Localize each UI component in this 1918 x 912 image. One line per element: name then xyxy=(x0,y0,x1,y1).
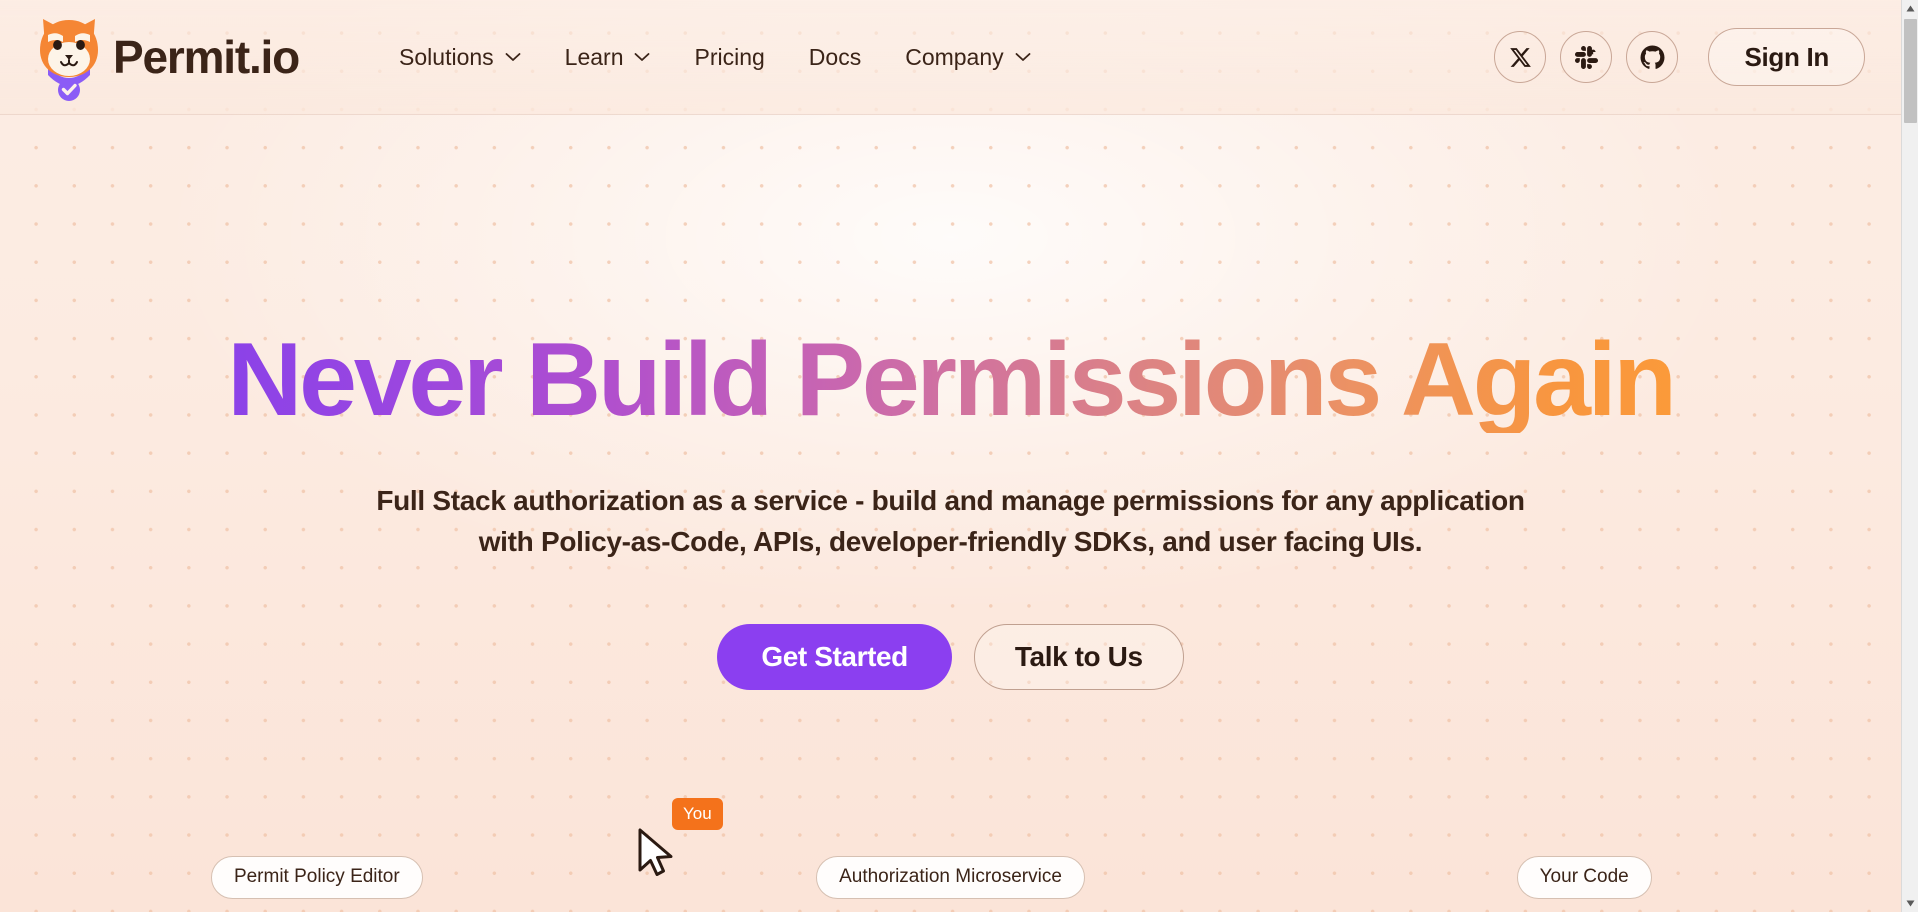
flow-col-1: Permit Policy Editor xyxy=(0,856,634,899)
site-header: Permit.io Solutions Learn Pricing Docs C… xyxy=(0,0,1901,115)
scrollbar-down-arrow[interactable] xyxy=(1902,895,1918,912)
nav-label: Docs xyxy=(808,43,862,70)
triangle-down-icon xyxy=(1906,900,1915,907)
scrollbar-up-arrow[interactable] xyxy=(1902,0,1918,17)
nav-item-solutions[interactable]: Solutions xyxy=(399,43,521,70)
hero-subtitle-line-2: with Policy-as-Code, APIs, developer-fri… xyxy=(478,525,1423,557)
github-link[interactable] xyxy=(1626,31,1679,83)
page-root: Permit.io Solutions Learn Pricing Docs C… xyxy=(0,0,1918,912)
hero-section: Never Build Permissions Again Full Stack… xyxy=(0,115,1901,691)
slack-link[interactable] xyxy=(1560,31,1613,83)
sign-in-button[interactable]: Sign In xyxy=(1708,28,1865,86)
flow-pill-authorization-microservice[interactable]: Authorization Microservice xyxy=(816,856,1085,899)
slack-icon xyxy=(1574,45,1598,69)
main-navigation: Solutions Learn Pricing Docs Company xyxy=(399,43,1031,70)
talk-to-us-button[interactable]: Talk to Us xyxy=(973,624,1184,691)
nav-label: Solutions xyxy=(399,43,494,70)
shiba-dog-logo-icon xyxy=(40,19,98,101)
flow-col-3: Your Code xyxy=(1267,856,1901,899)
browser-scrollbar[interactable] xyxy=(1901,0,1918,912)
nav-item-learn[interactable]: Learn xyxy=(564,43,651,70)
chevron-down-icon xyxy=(635,53,650,61)
chevron-down-icon xyxy=(1015,53,1031,61)
nav-label: Company xyxy=(905,43,1004,70)
you-label-badge: You xyxy=(672,798,723,830)
browser-viewport: Permit.io Solutions Learn Pricing Docs C… xyxy=(0,0,1901,912)
nav-label: Pricing xyxy=(694,43,765,70)
nav-item-pricing[interactable]: Pricing xyxy=(694,43,765,70)
hero-subtitle: Full Stack authorization as a service - … xyxy=(376,481,1525,562)
x-twitter-link[interactable] xyxy=(1494,31,1547,83)
logo-link[interactable]: Permit.io xyxy=(34,11,300,103)
header-actions: Sign In xyxy=(1494,28,1865,86)
hero-headline: Never Build Permissions Again xyxy=(227,322,1677,438)
nav-label: Learn xyxy=(564,43,624,70)
x-twitter-icon xyxy=(1510,47,1531,67)
flow-pill-policy-editor[interactable]: Permit Policy Editor xyxy=(210,856,423,899)
github-icon xyxy=(1640,45,1665,69)
chevron-down-icon xyxy=(505,53,521,61)
hero-cta-row: Get Started Talk to Us xyxy=(717,624,1184,691)
nav-item-company[interactable]: Company xyxy=(905,43,1031,70)
flow-col-2: Authorization Microservice xyxy=(634,856,1268,899)
architecture-flow-row: Permit Policy Editor Authorization Micro… xyxy=(0,856,1901,912)
scrollbar-thumb[interactable] xyxy=(1904,19,1917,123)
get-started-button[interactable]: Get Started xyxy=(717,624,952,691)
hero-subtitle-line-1: Full Stack authorization as a service - … xyxy=(376,485,1525,517)
logo-text: Permit.io xyxy=(113,31,300,83)
nav-item-docs[interactable]: Docs xyxy=(808,43,862,70)
flow-pill-your-code[interactable]: Your Code xyxy=(1516,856,1652,899)
triangle-up-icon xyxy=(1906,5,1915,12)
